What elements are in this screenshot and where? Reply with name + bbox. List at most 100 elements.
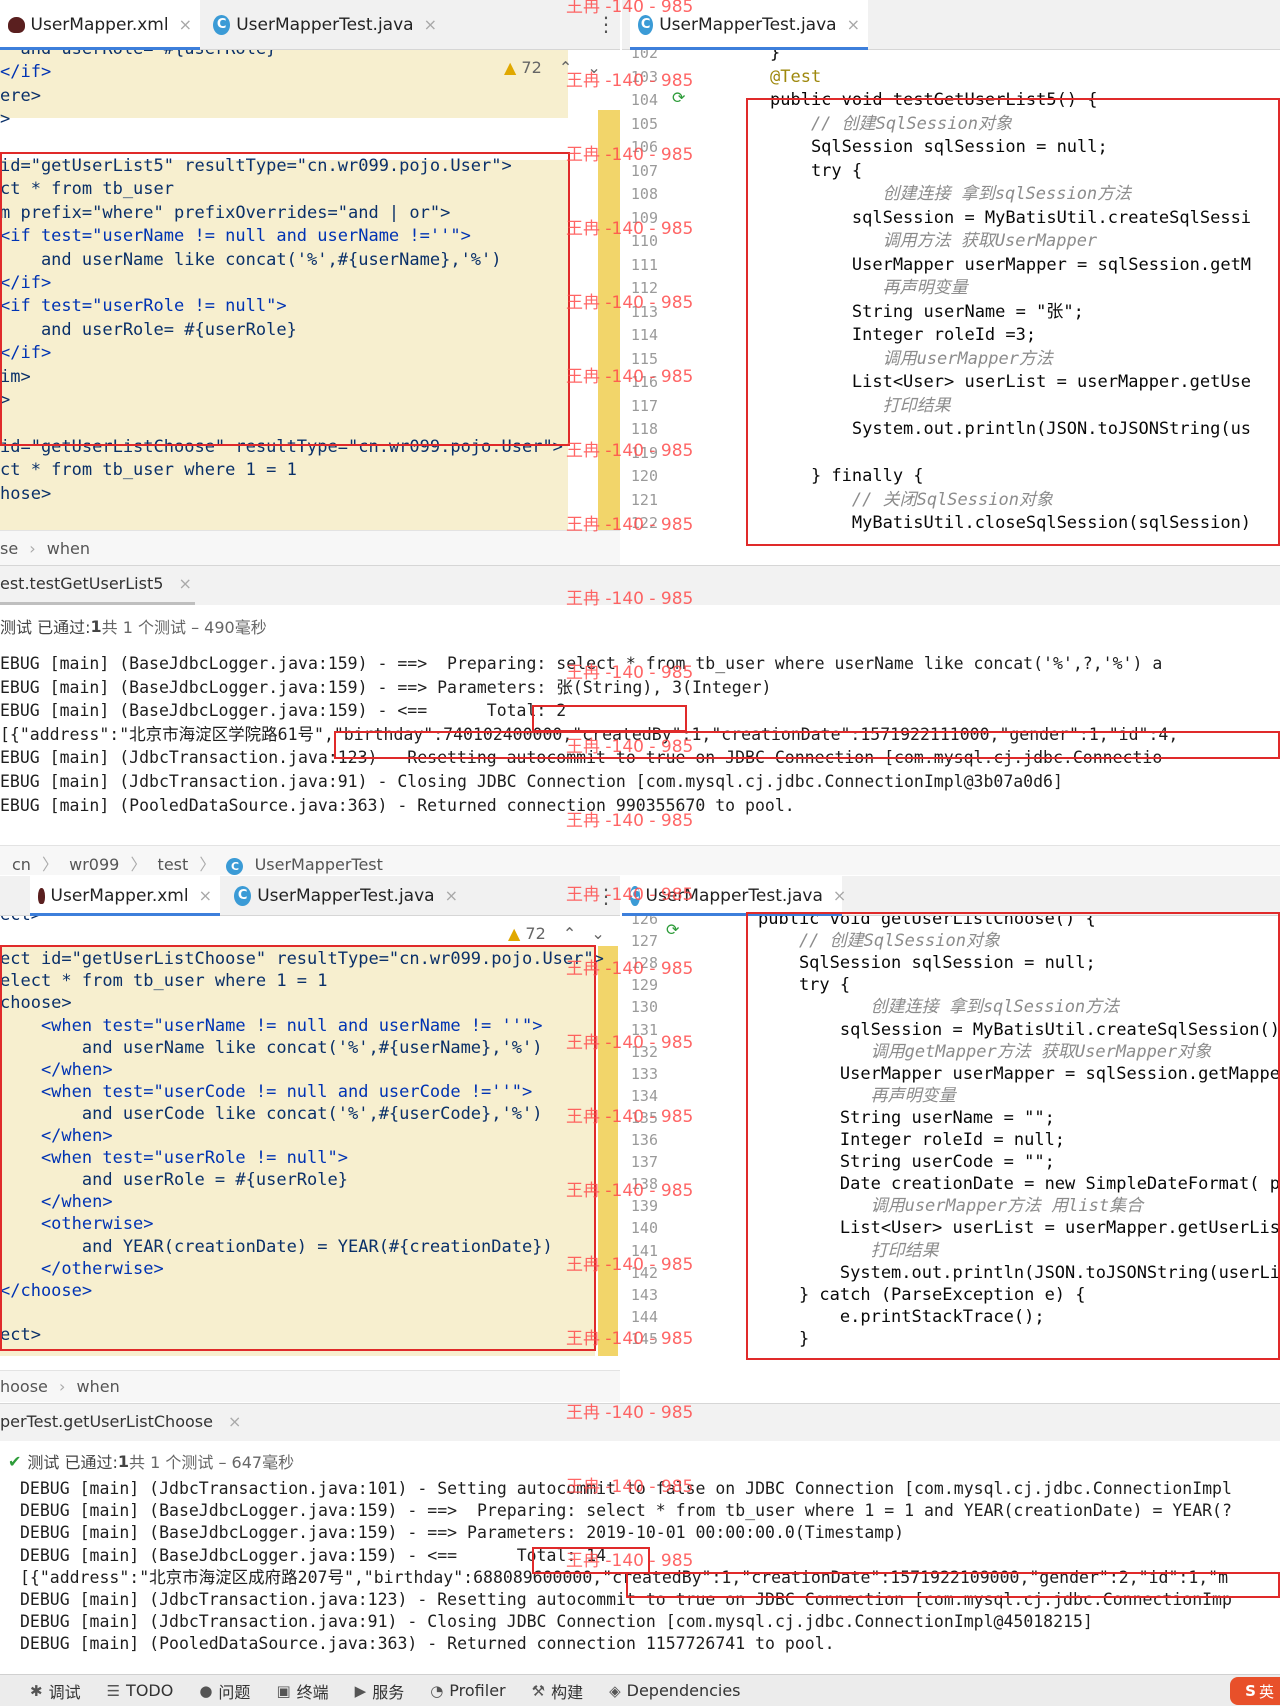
code-line: and userName like concat('%',#{userName}… — [0, 1037, 543, 1058]
change-marker — [598, 946, 618, 1356]
bottom-xml-editor[interactable]: ▲ 72 ⌃ ⌄ ect> ect id="getUserListChoose" … — [0, 916, 620, 1356]
close-icon[interactable]: × — [847, 15, 860, 34]
watermark-text: 王冉 -140 - 985 — [566, 367, 694, 387]
class-file-icon: C — [638, 14, 654, 35]
watermark-text: 王冉 -140 - 985 — [566, 71, 694, 91]
chevron-down-icon[interactable]: ⌄ — [591, 924, 604, 943]
toolbar-profiler[interactable]: ◔ Profiler — [430, 1681, 505, 1700]
toolbar-terminal[interactable]: ▣ 终端 — [276, 1679, 328, 1703]
info-icon: ● — [199, 1681, 213, 1700]
bottom-breadcrumb-bar: hoose › when — [0, 1370, 620, 1402]
line-number: 137 — [630, 1153, 658, 1172]
code-line: ct * from tb_user — [0, 179, 174, 200]
warning-indicator[interactable]: ▲ 72 ⌃ ⌄ — [508, 924, 605, 943]
watermark-text: 王冉 -140 - 985 — [566, 441, 694, 461]
code-line: 调用方法 获取UserMapper — [770, 231, 1098, 251]
watermark-text: 王冉 -140 - 985 — [566, 1181, 694, 1201]
breadcrumb[interactable]: se › when — [0, 539, 90, 558]
services-icon: ▶ — [354, 1681, 367, 1700]
code-line: </when> — [0, 1192, 113, 1213]
code-line: sqlSession = MyBatisUtil.createSqlSessi — [770, 207, 1252, 228]
code-line: choose> — [0, 993, 72, 1014]
close-icon[interactable]: × — [445, 886, 458, 905]
code-line: // 创建SqlSession对象 — [758, 931, 1000, 952]
bottom-right-tabbar: C UserMapperTest.java × — [622, 876, 1280, 916]
line-number: 121 — [630, 490, 658, 509]
toolbar-services[interactable]: ▶ 服务 — [355, 1679, 405, 1703]
run-config-tab[interactable]: est.testGetUserList5 × — [0, 574, 192, 593]
line-number: 140 — [630, 1219, 658, 1238]
toolbar-debug[interactable]: ✱ 调试 — [30, 1679, 81, 1703]
close-icon[interactable]: × — [228, 1412, 241, 1431]
class-file-icon: C — [234, 885, 252, 906]
code-line: 创建连接 拿到sqlSession方法 — [758, 997, 1120, 1018]
watermark-text: 王冉 -140 - 985 — [566, 1403, 694, 1423]
code-line: > — [0, 390, 11, 410]
ime-badge[interactable]: S英 — [1230, 1677, 1280, 1705]
close-icon[interactable]: × — [179, 15, 192, 34]
project-path[interactable]: cn 〉 wr099 〉 test 〉 C UserMapperTest — [12, 851, 383, 875]
bottom-console[interactable]: DEBUG [main] (JdbcTransaction.java:101) … — [0, 1477, 1280, 1673]
watermark-text: 王冉 -140 - 985 — [566, 293, 694, 313]
code-line: ect> — [0, 916, 41, 927]
line-number: 108 — [630, 185, 658, 203]
code-line: </choose> — [0, 1280, 93, 1301]
ime-logo-icon: S — [1245, 1682, 1256, 1700]
code-line: </when> — [0, 1059, 113, 1080]
code-line: public void getUserListChoose() { — [758, 916, 1096, 929]
watermark-text: 王冉 -140 - 985 — [566, 959, 694, 979]
code-line: } finally { — [770, 466, 924, 486]
bottom-java-editor[interactable]: 126 127 128 129 130 131 132 133 134 135 136 137 138 1… — [622, 916, 1280, 1400]
close-icon[interactable]: × — [199, 886, 212, 905]
tab-usermapper-xml[interactable]: UserMapper.xml × — [0, 0, 200, 50]
tab-usermapper-xml[interactable]: UserMapper.xml × — [30, 876, 220, 916]
close-icon[interactable]: × — [179, 574, 192, 593]
watermark-text: 王冉 -140 - 985 — [566, 737, 694, 757]
code-line: id="getUserListChoose" resultType="cn.wr… — [0, 436, 563, 457]
line-number: 105 — [630, 114, 658, 133]
code-line: try { — [770, 160, 863, 181]
code-line: m prefix="where" prefixOverrides="and | … — [0, 202, 451, 223]
path-bar: cn 〉 wr099 〉 test 〉 C UserMapperTest — [0, 845, 1280, 875]
close-icon[interactable]: × — [424, 15, 437, 34]
watermark-text: 王冉 -140 - 985 — [566, 515, 694, 535]
run-test-icon[interactable]: ⟳ — [666, 920, 679, 939]
console-line: DEBUG [main] (JdbcTransaction.java:91) -… — [20, 1612, 1093, 1632]
code-line: 调用userMapper方法 用list集合 — [758, 1196, 1144, 1217]
code-line: String userName = "张"; — [770, 301, 1084, 322]
code-line: 再声明变量 — [758, 1085, 956, 1106]
console-line: DEBUG [main] (BaseJdbcLogger.java:159) -… — [20, 1501, 1232, 1521]
watermark-text: 王冉 -140 - 985 — [566, 589, 694, 609]
close-icon[interactable]: × — [833, 886, 846, 905]
code-line: 打印结果 — [758, 1240, 939, 1261]
console-line: DEBUG [main] (PooledDataSource.java:363)… — [20, 1634, 835, 1654]
toolbar-problems[interactable]: ● 问题 — [199, 1679, 250, 1703]
code-line: <otherwise> — [0, 1214, 154, 1235]
tab-usermappertest-java[interactable]: C UserMapperTest.java × — [226, 876, 466, 915]
chevron-up-icon[interactable]: ⌃ — [563, 924, 576, 943]
code-line: <when test="userName != null and userNam… — [0, 1015, 543, 1036]
code-line: and userName like concat('%',#{userName}… — [0, 249, 502, 270]
xml-file-icon — [8, 16, 25, 33]
toolbar-todo[interactable]: ☰ TODO — [107, 1681, 174, 1700]
code-line: 调用userMapper方法 — [770, 348, 1053, 369]
top-right-tabbar: C UserMapperTest.java × — [622, 0, 1280, 50]
code-line: Integer roleId =3; — [770, 325, 1037, 345]
run-config-tab[interactable]: perTest.getUserListChoose × — [0, 1412, 241, 1431]
toolbar-dependencies[interactable]: ◈ Dependencies — [609, 1681, 740, 1700]
line-number: 102 — [630, 50, 658, 62]
top-test-status: 测试 已通过: 1 共 1 个测试 – 490毫秒 — [0, 616, 267, 638]
console-line: EBUG [main] (BaseJdbcLogger.java:159) - … — [0, 701, 567, 721]
breadcrumb[interactable]: hoose › when — [0, 1377, 120, 1396]
tool-window-bar: ✱ 调试 ☰ TODO ● 问题 ▣ 终端 ▶ 服务 ◔ Profiler ⚒ 构建 ◈ Dep… — [0, 1674, 1280, 1706]
toolbar-build[interactable]: ⚒ 构建 — [532, 1679, 583, 1703]
code-line: Integer roleId = null; — [758, 1130, 1066, 1150]
watermark-text: 王冉 -140 - 985 — [566, 1107, 694, 1127]
tab-usermappertest-java[interactable]: C UserMapperTest.java × — [205, 0, 445, 49]
console-line: DEBUG [main] (BaseJdbcLogger.java:159) -… — [20, 1545, 607, 1565]
top-xml-editor[interactable]: ▲ 72 ⌃ ⌄ and userRole= #{userRole}</if>e… — [0, 50, 620, 530]
code-line: e.printStackTrace(); — [758, 1306, 1045, 1327]
line-number: 136 — [630, 1131, 658, 1149]
top-java-editor[interactable]: 102 103 104 105 106 107 108 109 110 111 112 113 114 1… — [622, 50, 1280, 565]
code-line: </otherwise> — [0, 1258, 164, 1279]
